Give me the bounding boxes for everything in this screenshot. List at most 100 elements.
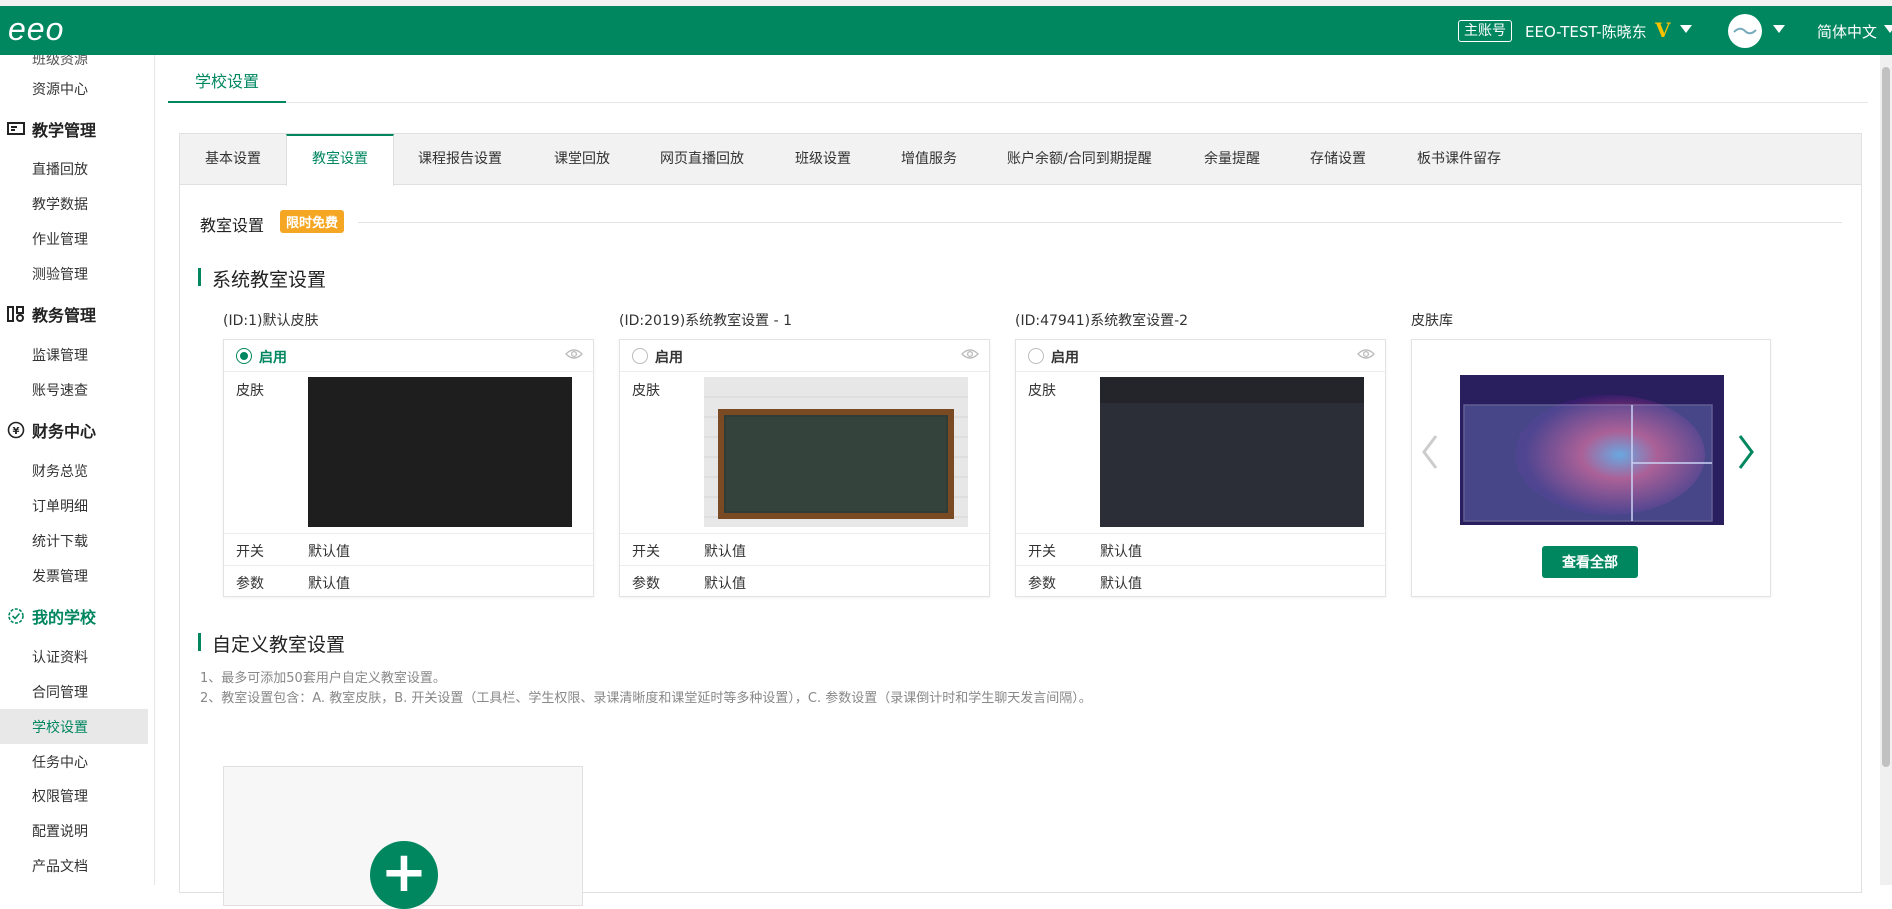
param-value: 默认值: [1100, 576, 1142, 592]
tab-underline: [168, 101, 286, 103]
switch-value: 默认值: [308, 544, 350, 560]
sidebar-item-stats-download[interactable]: 统计下载: [32, 531, 88, 551]
card-header-row: 启用: [620, 340, 989, 372]
sidebar-item-certification[interactable]: 认证资料: [32, 647, 88, 667]
org-icon: [6, 304, 26, 324]
skin-label: 皮肤: [632, 383, 660, 399]
settings-tabs: 基本设置 教室设置 课程报告设置 课堂回放 网页直播回放 班级设置 增值服务 账…: [180, 134, 1861, 186]
switch-row: 开关 默认值: [620, 533, 989, 565]
switch-row: 开关 默认值: [224, 533, 593, 565]
tab-class-settings[interactable]: 班级设置: [795, 134, 851, 185]
sidebar-item-homework[interactable]: 作业管理: [32, 229, 88, 249]
tab-classroom-settings[interactable]: 教室设置: [286, 134, 394, 186]
classroom-card[interactable]: 启用 皮肤 开关 默认值 参数 默认值: [619, 339, 990, 597]
language-selector[interactable]: 简体中文: [1817, 21, 1877, 42]
brand-logo[interactable]: eeo: [8, 13, 64, 45]
avatar[interactable]: [1728, 14, 1762, 48]
skin-library-caption: 皮肤库: [1411, 313, 1453, 329]
tab-balance-reminder[interactable]: 账户余额/合同到期提醒: [1007, 134, 1152, 185]
sidebar-item-task-center[interactable]: 任务中心: [32, 752, 88, 772]
sidebar-item-quiz[interactable]: 测验管理: [32, 264, 88, 284]
tab-quota-reminder[interactable]: 余量提醒: [1204, 134, 1260, 185]
classroom-card[interactable]: 启用 皮肤 开关 默认值 参数 默认值: [223, 339, 594, 597]
tab-class-replay[interactable]: 课堂回放: [554, 134, 610, 185]
classroom-card[interactable]: 启用 皮肤 开关 默认值 参数 默认值: [1015, 339, 1386, 597]
tab-school-settings[interactable]: 学校设置: [195, 68, 259, 92]
card-header-row: 启用: [1016, 340, 1385, 372]
chevron-right-icon[interactable]: [1736, 432, 1756, 472]
view-all-button[interactable]: 查看全部: [1542, 546, 1638, 578]
param-value: 默认值: [704, 576, 746, 592]
account-name[interactable]: EEO-TEST-陈晓东: [1525, 21, 1647, 42]
scrollbar[interactable]: [1880, 55, 1892, 885]
sidebar-group-label: 我的学校: [32, 608, 97, 627]
note-line-1: 1、最多可添加50套用户自定义教室设置。: [200, 671, 446, 686]
eye-icon[interactable]: [961, 348, 979, 360]
card-caption: (ID:1)默认皮肤: [223, 313, 319, 329]
sidebar-item-monitor-class[interactable]: 监课管理: [32, 345, 88, 365]
sidebar-item-product-docs[interactable]: 产品文档: [32, 856, 88, 876]
enable-label: 启用: [259, 350, 287, 366]
enable-radio[interactable]: [236, 348, 252, 364]
section-divider: [358, 222, 1842, 223]
tab-web-live-replay[interactable]: 网页直播回放: [660, 134, 744, 185]
switch-label: 开关: [1028, 544, 1056, 560]
system-settings-title: 系统教室设置: [212, 269, 327, 291]
tab-value-added[interactable]: 增值服务: [901, 134, 957, 185]
switch-value: 默认值: [1100, 544, 1142, 560]
sidebar-item-contract[interactable]: 合同管理: [32, 682, 88, 702]
sidebar-group-academic[interactable]: 教务管理: [6, 302, 96, 326]
eye-icon[interactable]: [565, 348, 583, 360]
sidebar-item-school-settings[interactable]: 学校设置: [32, 717, 88, 737]
param-row: 参数 默认值: [620, 565, 989, 597]
sidebar-item-account-lookup[interactable]: 账号速查: [32, 380, 88, 400]
sidebar-item-finance-overview[interactable]: 财务总览: [32, 461, 88, 481]
sidebar-group-teaching[interactable]: 教学管理: [6, 117, 96, 141]
plus-icon[interactable]: +: [370, 841, 438, 909]
param-row: 参数 默认值: [1016, 565, 1385, 597]
switch-value: 默认值: [704, 544, 746, 560]
sidebar-item-resource-center[interactable]: 资源中心: [32, 79, 88, 99]
top-bar: eeo 主账号 EEO-TEST-陈晓东 V 简体中文: [0, 0, 1892, 55]
enable-radio[interactable]: [632, 348, 648, 364]
sidebar-group-finance[interactable]: ¥ 财务中心: [6, 418, 96, 442]
avatar-dropdown-icon[interactable]: [1773, 25, 1785, 33]
sidebar-group-my-school[interactable]: 我的学校: [6, 604, 96, 628]
sidebar-item-teaching-data[interactable]: 教学数据: [32, 194, 88, 214]
skin-label: 皮肤: [1028, 383, 1056, 399]
vip-icon: V: [1655, 18, 1671, 42]
language-dropdown-icon[interactable]: [1884, 25, 1892, 33]
add-custom-card[interactable]: +: [223, 766, 583, 909]
param-value: 默认值: [308, 576, 350, 592]
scrollbar-thumb[interactable]: [1882, 67, 1890, 767]
skin-preview: [1100, 377, 1364, 527]
param-row: 参数 默认值: [224, 565, 593, 597]
eye-icon[interactable]: [1357, 348, 1375, 360]
chevron-left-icon[interactable]: [1420, 432, 1440, 472]
enable-radio[interactable]: [1028, 348, 1044, 364]
sidebar-item-class-resources[interactable]: 班级资源: [32, 55, 88, 69]
sidebar-item-config-guide[interactable]: 配置说明: [32, 821, 88, 841]
switch-label: 开关: [236, 544, 264, 560]
heading-accent: [198, 633, 201, 651]
skin-label: 皮肤: [236, 383, 264, 399]
sidebar-group-label: 教务管理: [32, 306, 97, 325]
page-tab-bar: 学校设置: [168, 55, 1868, 103]
skin-library-card: 查看全部: [1411, 339, 1771, 597]
sidebar-item-permissions[interactable]: 权限管理: [32, 786, 88, 806]
heading-accent: [198, 268, 201, 286]
sidebar-item-invoice[interactable]: 发票管理: [32, 566, 88, 586]
tab-course-report[interactable]: 课程报告设置: [418, 134, 502, 185]
account-dropdown-icon[interactable]: [1680, 25, 1692, 33]
tab-board-retention[interactable]: 板书课件留存: [1417, 134, 1501, 185]
sidebar-item-live-replay[interactable]: 直播回放: [32, 159, 88, 179]
enable-label: 启用: [655, 350, 683, 366]
tab-storage[interactable]: 存储设置: [1310, 134, 1366, 185]
switch-row: 开关 默认值: [1016, 533, 1385, 565]
sidebar: 班级资源 资源中心 教学管理 直播回放 教学数据 作业管理 测验管理 教务管理 …: [0, 55, 155, 885]
sidebar-item-order-details[interactable]: 订单明细: [32, 496, 88, 516]
school-gear-icon: [6, 606, 26, 626]
tab-basic-settings[interactable]: 基本设置: [205, 134, 261, 185]
svg-text:¥: ¥: [13, 426, 20, 437]
param-label: 参数: [632, 576, 660, 592]
